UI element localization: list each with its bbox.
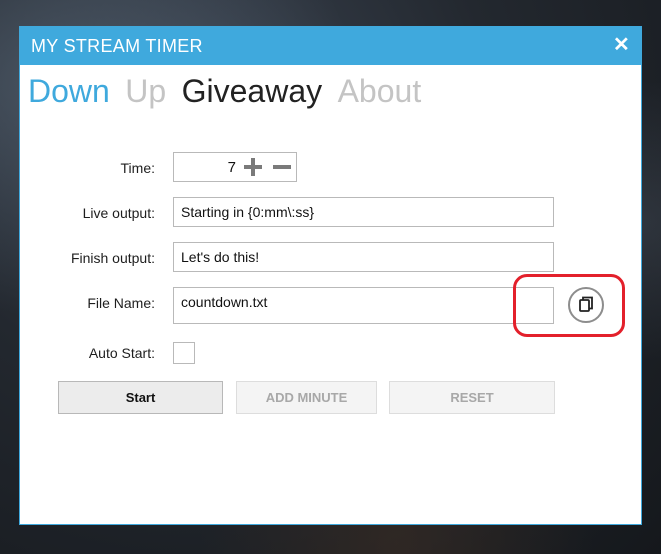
tab-about[interactable]: About: [338, 73, 422, 110]
tab-bar: Down Up Giveaway About: [28, 73, 432, 113]
tab-giveaway[interactable]: Giveaway: [182, 73, 323, 110]
time-value[interactable]: 7: [228, 159, 236, 176]
live-output-input[interactable]: Starting in {0:mm\:ss}: [173, 197, 554, 227]
reset-button[interactable]: RESET: [389, 381, 555, 414]
file-name-label: File Name:: [87, 295, 155, 311]
time-stepper[interactable]: 7: [173, 152, 297, 182]
finish-output-label: Finish output:: [70, 250, 155, 266]
window-title: MY STREAM TIMER: [31, 36, 203, 56]
plus-icon[interactable]: [242, 156, 264, 178]
time-label: Time:: [120, 160, 155, 176]
tab-down[interactable]: Down: [28, 73, 110, 110]
annotation-highlight: [513, 274, 625, 337]
minus-icon[interactable]: [271, 156, 293, 178]
auto-start-checkbox[interactable]: [173, 342, 195, 364]
start-button[interactable]: Start: [58, 381, 223, 414]
title-bar[interactable]: MY STREAM TIMER ✕: [20, 27, 641, 65]
auto-start-label: Auto Start:: [88, 345, 155, 361]
finish-output-input[interactable]: Let's do this!: [173, 242, 554, 272]
tab-up[interactable]: Up: [125, 73, 166, 110]
close-icon[interactable]: ✕: [613, 35, 630, 55]
add-minute-button[interactable]: ADD MINUTE: [236, 381, 377, 414]
file-name-input[interactable]: countdown.txt: [173, 287, 554, 324]
live-output-label: Live output:: [82, 205, 155, 221]
